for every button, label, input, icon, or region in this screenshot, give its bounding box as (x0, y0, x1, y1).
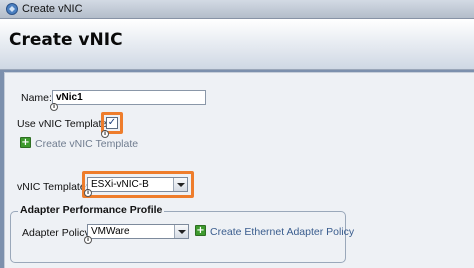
page-title: Create vNIC (9, 30, 123, 50)
name-label: Name: (21, 92, 52, 104)
adapter-policy-select[interactable]: VMWare (87, 224, 189, 239)
vnic-template-select[interactable]: ESXi-vNIC-B (87, 177, 188, 192)
use-template-checkbox[interactable]: ✓ (106, 117, 118, 129)
app-icon (6, 3, 18, 15)
checkmark-icon: ✓ (107, 117, 117, 128)
add-icon: + (20, 137, 31, 148)
vnic-template-label: vNIC Template: (17, 181, 89, 193)
info-icon[interactable]: i (101, 130, 109, 138)
chevron-down-icon[interactable] (174, 225, 188, 238)
info-icon[interactable]: i (84, 236, 92, 244)
dialog-header: Create vNIC (0, 19, 474, 70)
create-ethernet-adapter-policy-link[interactable]: Create Ethernet Adapter Policy (210, 226, 354, 238)
window-title: Create vNIC (22, 3, 83, 15)
use-template-label: Use vNIC Template: (17, 118, 111, 130)
vnic-template-value: ESXi-vNIC-B (91, 179, 149, 190)
adapter-policy-value: VMWare (91, 226, 130, 237)
adapter-policy-label: Adapter Policy: (22, 227, 93, 239)
adapter-section-title: Adapter Performance Profile (18, 204, 165, 216)
chevron-down-icon[interactable] (173, 178, 187, 191)
add-icon: + (195, 225, 206, 236)
name-field[interactable] (52, 90, 206, 105)
info-icon[interactable]: i (84, 189, 92, 197)
window-titlebar: Create vNIC (0, 0, 474, 19)
info-icon[interactable]: i (50, 103, 58, 111)
create-vnic-template-link[interactable]: Create vNIC Template (35, 138, 138, 150)
